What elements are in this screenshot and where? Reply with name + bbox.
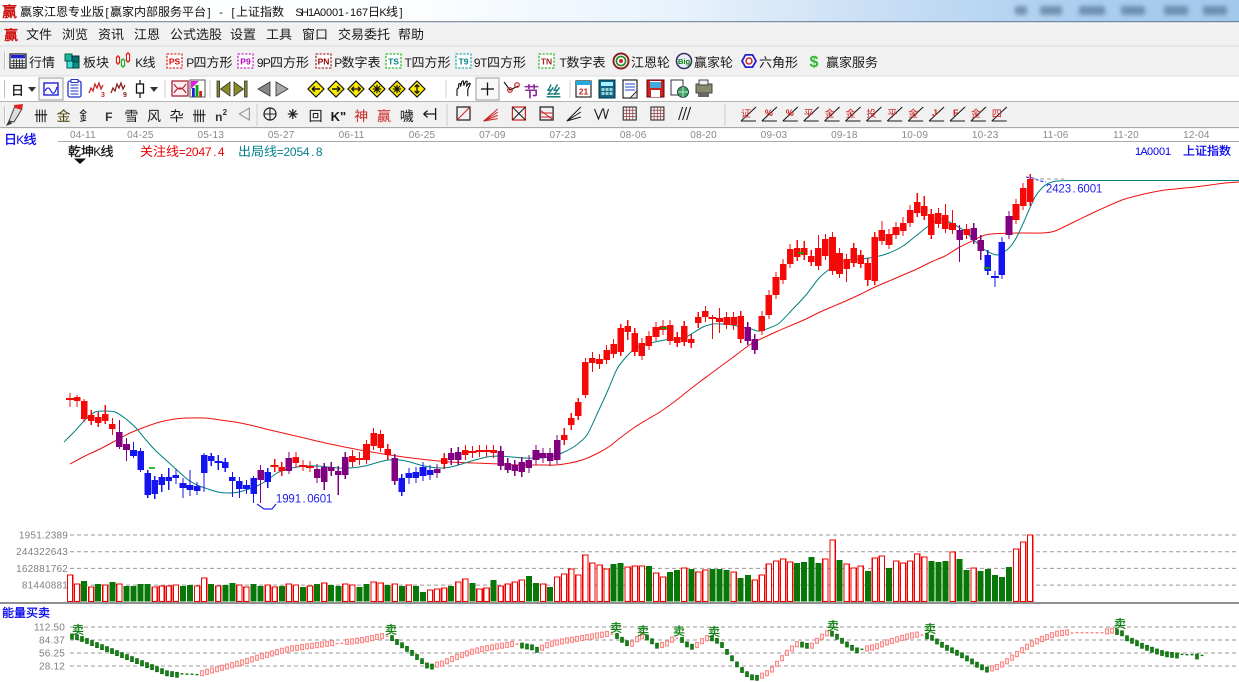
svg-text:T9: T9 bbox=[459, 57, 469, 67]
svg-text:2423.6001: 2423.6001 bbox=[1046, 184, 1102, 196]
svg-text:07-23: 07-23 bbox=[550, 130, 577, 141]
svg-text:08-06: 08-06 bbox=[620, 130, 647, 141]
svg-text:P9: P9 bbox=[240, 57, 251, 67]
svg-text:244322643: 244322643 bbox=[16, 547, 68, 558]
svg-text:10-09: 10-09 bbox=[902, 130, 929, 141]
svg-text:[: [ bbox=[105, 7, 108, 19]
svg-text:P: P bbox=[186, 56, 194, 70]
svg-text:84.37: 84.37 bbox=[39, 636, 65, 647]
svg-text:K: K bbox=[93, 145, 101, 159]
svg-text:K: K bbox=[135, 56, 143, 70]
svg-text:T: T bbox=[560, 56, 568, 70]
svg-text:9P: 9P bbox=[257, 56, 271, 70]
svg-text:05-27: 05-27 bbox=[268, 130, 295, 141]
svg-text:1A0001: 1A0001 bbox=[1135, 146, 1171, 158]
svg-text:K: K bbox=[379, 7, 387, 19]
svg-text:05-13: 05-13 bbox=[198, 130, 225, 141]
svg-text:81440881: 81440881 bbox=[22, 581, 68, 592]
svg-text:2: 2 bbox=[223, 108, 228, 117]
svg-text:=2047.4: =2047.4 bbox=[179, 145, 225, 159]
svg-text:04-11: 04-11 bbox=[70, 130, 96, 141]
svg-text:3: 3 bbox=[101, 92, 105, 99]
svg-text:08-20: 08-20 bbox=[690, 130, 717, 141]
svg-text:9: 9 bbox=[123, 92, 127, 99]
svg-text:PN: PN bbox=[318, 57, 330, 67]
svg-text:09-18: 09-18 bbox=[831, 130, 858, 141]
svg-text:K": K" bbox=[331, 109, 347, 124]
svg-text:07-09: 07-09 bbox=[479, 130, 506, 141]
svg-text:K: K bbox=[16, 133, 24, 147]
svg-text:04-25: 04-25 bbox=[127, 130, 154, 141]
svg-text:=2054.8: =2054.8 bbox=[277, 145, 323, 159]
svg-text:06-11: 06-11 bbox=[339, 130, 365, 141]
svg-text:9T: 9T bbox=[474, 56, 488, 70]
svg-text:28.12: 28.12 bbox=[39, 662, 65, 673]
svg-text:J: J bbox=[932, 108, 937, 118]
svg-text:$: $ bbox=[810, 54, 819, 71]
svg-text:162881762: 162881762 bbox=[16, 564, 68, 575]
svg-text:56.25: 56.25 bbox=[39, 649, 65, 660]
svg-text:09-03: 09-03 bbox=[761, 130, 788, 141]
svg-text:11-06: 11-06 bbox=[1043, 130, 1069, 141]
svg-text:TS: TS bbox=[388, 57, 399, 67]
svg-text:P: P bbox=[334, 56, 342, 70]
svg-text:06-25: 06-25 bbox=[409, 130, 436, 141]
svg-text:F: F bbox=[953, 108, 959, 118]
svg-text:T: T bbox=[405, 56, 413, 70]
svg-text:TN: TN bbox=[541, 57, 552, 67]
svg-text:112.50: 112.50 bbox=[34, 623, 65, 634]
svg-text:SH1A0001-167: SH1A0001-167 bbox=[295, 7, 368, 19]
svg-text:]: ] bbox=[399, 7, 402, 19]
svg-text:F: F bbox=[105, 110, 112, 124]
svg-text:Big: Big bbox=[678, 57, 691, 66]
svg-text:PS: PS bbox=[169, 57, 181, 67]
svg-text:11-20: 11-20 bbox=[1113, 130, 1139, 141]
svg-text:%: % bbox=[765, 108, 773, 118]
svg-text:1951.2389: 1951.2389 bbox=[19, 531, 68, 542]
svg-text:%: % bbox=[786, 108, 794, 118]
svg-text:12-04: 12-04 bbox=[1183, 130, 1210, 141]
svg-text:n: n bbox=[215, 110, 222, 124]
svg-text:10-23: 10-23 bbox=[972, 130, 999, 141]
svg-text:21: 21 bbox=[579, 87, 589, 97]
svg-text:1991.0601: 1991.0601 bbox=[276, 494, 332, 506]
